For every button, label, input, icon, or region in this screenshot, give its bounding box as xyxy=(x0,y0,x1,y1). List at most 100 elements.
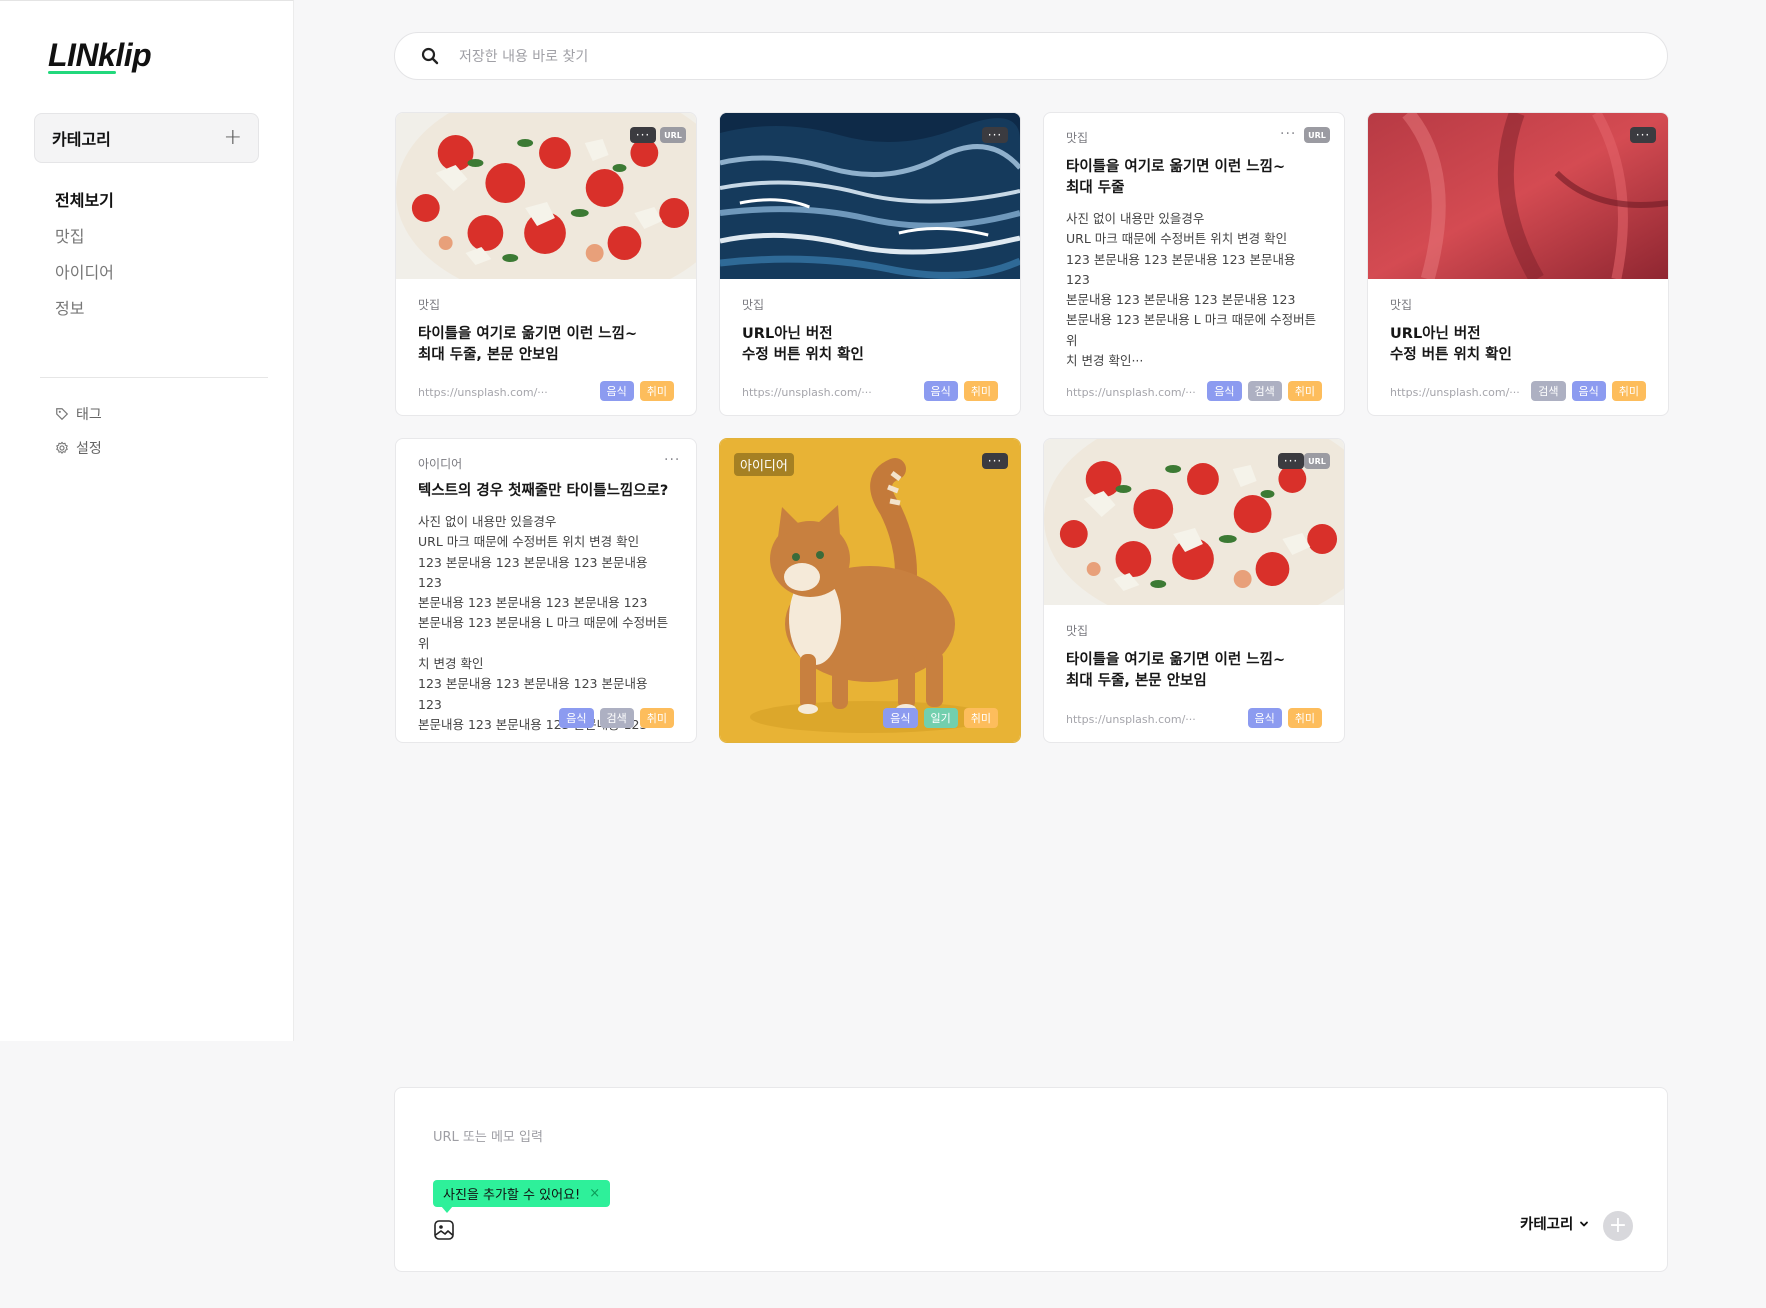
sidebar-sub-nav: 태그 설정 xyxy=(55,397,102,465)
clip-card[interactable]: ··· URL 맛집 타이틀을 여기로 옮기면 이런 느낌~ 최대 두줄, 본문… xyxy=(1043,438,1345,743)
card-category: 맛집 xyxy=(1390,298,1413,312)
sidebar-item-ideas[interactable]: 아이디어 xyxy=(55,253,114,289)
category-nav: 전체보기 맛집 아이디어 정보 xyxy=(55,181,114,325)
desc-line: URL 마크 때문에 수정버튼 위치 변경 확인 xyxy=(418,534,640,550)
tag-icon xyxy=(56,408,69,421)
tag-hobby[interactable]: 취미 xyxy=(639,381,674,401)
tag-diary[interactable]: 일기 xyxy=(923,708,958,728)
clip-card[interactable]: ··· 맛집 URL아닌 버전 수정 버튼 위치 확인 https://unsp… xyxy=(1367,112,1669,416)
card-title-line: 수정 버튼 위치 확인 xyxy=(1390,347,1512,363)
card-title-line: 최대 두줄, 본문 안보임 xyxy=(1066,673,1207,689)
card-title: URL아닌 버전 수정 버튼 위치 확인 xyxy=(1390,324,1646,366)
tag-hobby[interactable]: 취미 xyxy=(1611,381,1646,401)
sidebar-item-tags[interactable]: 태그 xyxy=(55,397,102,431)
card-tags: 검색 음식 취미 xyxy=(1531,381,1646,401)
more-options-button[interactable]: ··· xyxy=(630,127,656,143)
card-title: 텍스트의 경우 첫째줄만 타이틀느낌으로? xyxy=(418,481,674,502)
clip-card[interactable]: ··· 맛집 URL아닌 버전 수정 버튼 위치 확인 https://unsp… xyxy=(719,112,1021,416)
close-icon[interactable]: × xyxy=(589,1186,600,1201)
desc-line: 본문내용 123 본문내용 L 마크 때문에 수정버튼 위 xyxy=(1066,312,1317,348)
tooltip-tail xyxy=(441,1206,453,1213)
gear-icon xyxy=(56,441,68,454)
ocean-painting-image xyxy=(720,113,1020,279)
sidebar-item-label: 태그 xyxy=(76,407,102,423)
card-description: 사진 없이 내용만 있을경우 URL 마크 때문에 수정버튼 위치 변경 확인 … xyxy=(418,512,674,735)
clip-card[interactable]: ··· URL 맛집 타이틀을 여기로 옮기면 이런 느낌~ 최대 두줄, 본문… xyxy=(395,112,697,416)
desc-line: 사진 없이 내용만 있을경우 xyxy=(418,514,557,529)
card-tags: 음식 취미 xyxy=(923,381,998,401)
chevron-down-icon xyxy=(1580,1221,1589,1226)
memo-input[interactable]: URL 또는 메모 입력 xyxy=(433,1126,543,1145)
image-icon[interactable] xyxy=(433,1219,455,1241)
add-category-button[interactable]: + xyxy=(224,127,242,149)
red-fabric-image xyxy=(1368,113,1668,279)
card-tags: 음식 일기 취미 xyxy=(883,708,998,728)
tag-food[interactable]: 음식 xyxy=(1247,708,1282,728)
category-select-label: 카테고리 xyxy=(1520,1217,1574,1233)
desc-line: URL 마크 때문에 수정버튼 위치 변경 확인 xyxy=(1066,231,1288,247)
tag-food[interactable]: 음식 xyxy=(883,708,918,728)
card-title-line: URL아닌 버전 xyxy=(742,326,833,342)
card-url[interactable]: https://unsplash.com/··· xyxy=(1066,386,1196,399)
sidebar-item-restaurants[interactable]: 맛집 xyxy=(55,217,114,253)
tag-search[interactable]: 검색 xyxy=(599,708,634,728)
tag-food[interactable]: 음식 xyxy=(599,381,634,401)
category-select[interactable]: 카테고리 xyxy=(1520,1213,1589,1234)
tag-food[interactable]: 음식 xyxy=(1207,381,1242,401)
card-title: 타이틀을 여기로 옮기면 이런 느낌~ 최대 두줄 xyxy=(1066,157,1322,199)
tag-hobby[interactable]: 취미 xyxy=(1287,381,1322,401)
desc-line: 치 변경 확인··· xyxy=(1066,353,1144,369)
more-options-button[interactable]: ··· xyxy=(982,127,1008,143)
desc-line: 치 변경 확인 xyxy=(418,656,484,672)
sidebar-item-info[interactable]: 정보 xyxy=(55,289,114,325)
tag-food[interactable]: 음식 xyxy=(923,381,958,401)
tag-hobby[interactable]: 취미 xyxy=(1287,708,1322,728)
category-header-label: 카테고리 xyxy=(52,130,111,149)
card-category: 맛집 xyxy=(418,298,441,312)
card-title-line: 최대 두줄, 본문 안보임 xyxy=(418,347,559,363)
desc-line: 사진 없이 내용만 있을경우 xyxy=(1066,211,1205,226)
card-title-line: 최대 두줄 xyxy=(1066,180,1125,196)
desc-line: 본문내용 123 본문내용 L 마크 때문에 수정버튼 위 xyxy=(418,615,669,651)
search-bar[interactable]: 저장한 내용 바로 찾기 xyxy=(394,32,1668,80)
desc-line: 123 본문내용 123 본문내용 123 본문내용 123 xyxy=(418,554,648,590)
card-url[interactable]: https://unsplash.com/··· xyxy=(1066,713,1196,726)
tag-search[interactable]: 검색 xyxy=(1531,381,1566,401)
tag-search[interactable]: 검색 xyxy=(1247,381,1282,401)
tag-food[interactable]: 음식 xyxy=(559,708,594,728)
card-url[interactable]: https://unsplash.com/··· xyxy=(1390,386,1520,399)
tag-food[interactable]: 음식 xyxy=(1571,381,1606,401)
card-title-line: 타이틀을 여기로 옮기면 이런 느낌~ xyxy=(1066,159,1286,175)
card-title: URL아닌 버전 수정 버튼 위치 확인 xyxy=(742,324,998,366)
card-url[interactable]: https://unsplash.com/··· xyxy=(742,386,872,399)
card-tags: 음식 취미 xyxy=(1247,708,1322,728)
tag-hobby[interactable]: 취미 xyxy=(963,708,998,728)
tag-hobby[interactable]: 취미 xyxy=(963,381,998,401)
desc-line: 본문내용 123 본문내용 123 본문내용 123 xyxy=(418,595,648,611)
app-logo[interactable]: LINklip xyxy=(48,37,152,74)
clip-card[interactable]: ··· 아이디어 텍스트의 경우 첫째줄만 타이틀느낌으로? 사진 없이 내용만… xyxy=(395,438,697,743)
card-tags: 음식 취미 xyxy=(599,381,674,401)
sidebar-item-settings[interactable]: 설정 xyxy=(55,431,102,465)
memo-composer: URL 또는 메모 입력 사진을 추가할 수 있어요! × 카테고리 + xyxy=(394,1087,1668,1272)
sidebar-item-all[interactable]: 전체보기 xyxy=(55,181,114,217)
more-options-button[interactable]: ··· xyxy=(1630,127,1656,143)
card-title-line: 텍스트의 경우 첫째줄만 타이틀느낌으로? xyxy=(418,483,669,499)
category-header: 카테고리 + xyxy=(34,113,259,163)
card-description: 사진 없이 내용만 있을경우 URL 마크 때문에 수정버튼 위치 변경 확인 … xyxy=(1066,209,1322,371)
card-title: 타이틀을 여기로 옮기면 이런 느낌~ 최대 두줄, 본문 안보임 xyxy=(418,324,674,366)
more-options-button[interactable]: ··· xyxy=(982,453,1008,469)
card-category: 맛집 xyxy=(1066,131,1089,145)
tag-hobby[interactable]: 취미 xyxy=(639,708,674,728)
clip-card[interactable]: ··· URL 맛집 타이틀을 여기로 옮기면 이런 느낌~ 최대 두줄 사진 … xyxy=(1043,112,1345,416)
card-category: 아이디어 xyxy=(734,453,794,476)
clip-card[interactable]: 아이디어 ··· 음식 일기 취미 xyxy=(719,438,1021,743)
search-icon xyxy=(421,47,439,65)
url-badge: URL xyxy=(1304,453,1330,469)
card-category: 아이디어 xyxy=(418,457,463,471)
add-clip-button[interactable]: + xyxy=(1603,1211,1633,1241)
more-options-button[interactable]: ··· xyxy=(1278,453,1304,469)
search-input[interactable]: 저장한 내용 바로 찾기 xyxy=(459,46,588,66)
card-title-line: 수정 버튼 위치 확인 xyxy=(742,347,864,363)
card-url[interactable]: https://unsplash.com/··· xyxy=(418,386,548,399)
